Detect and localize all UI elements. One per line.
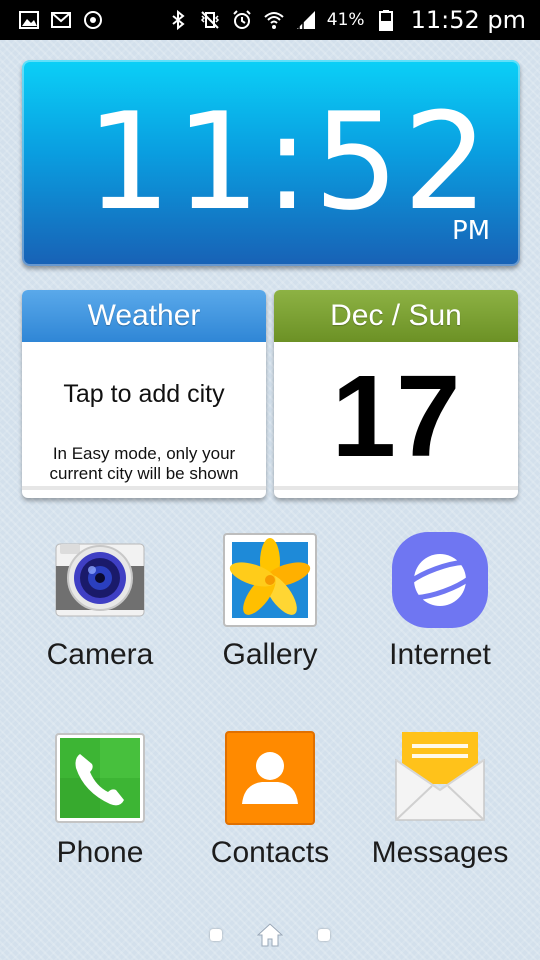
app-messages[interactable]: Messages (355, 728, 525, 888)
app-contacts[interactable]: Contacts (185, 728, 355, 888)
contacts-icon (220, 728, 320, 828)
app-label-gallery: Gallery (222, 638, 318, 671)
calendar-widget[interactable]: Dec / Sun 17 (274, 290, 518, 498)
bluetooth-icon (167, 9, 189, 31)
sync-icon (82, 9, 104, 31)
app-label-camera: Camera (46, 638, 154, 671)
status-bar-system: 41% 11:52 pm (167, 6, 526, 34)
weather-easy-mode-note: In Easy mode, only your current city wil… (30, 444, 258, 484)
app-label-internet: Internet (389, 638, 491, 671)
vibrate-mute-icon (199, 9, 221, 31)
gallery-icon (18, 9, 40, 31)
weather-note-line-2: current city will be shown (49, 464, 239, 483)
tap-to-add-city: Tap to add city (63, 380, 225, 408)
signal-icon (295, 9, 317, 31)
app-phone[interactable]: Phone (15, 728, 185, 888)
camera-icon (50, 530, 150, 630)
status-bar-time: 11:52 pm (410, 6, 526, 34)
clock-ampm: PM (452, 216, 491, 246)
app-camera[interactable]: Camera (15, 530, 185, 690)
clock-time: 11:52 (86, 84, 493, 240)
date-day-number: 17 (331, 351, 461, 481)
status-bar[interactable]: 41% 11:52 pm (0, 0, 540, 40)
clock-widget[interactable]: 11:52 PM (22, 60, 520, 266)
battery-percent: 41% (326, 10, 365, 30)
app-label-phone: Phone (56, 836, 144, 869)
phone-icon (50, 728, 150, 828)
page-indicator[interactable] (0, 918, 540, 952)
status-bar-notifications (18, 9, 104, 31)
page-dot-1[interactable] (210, 929, 222, 941)
weather-note-line-1: In Easy mode, only your (52, 444, 236, 463)
date-body: 17 (274, 342, 518, 490)
app-gallery[interactable]: Gallery (185, 530, 355, 690)
weather-body: Tap to add city In Easy mode, only your … (22, 342, 266, 490)
alarm-icon (231, 9, 253, 31)
messages-icon (390, 728, 490, 828)
wifi-icon (263, 9, 285, 31)
gmail-icon (50, 9, 72, 31)
home-page-icon[interactable] (256, 922, 284, 948)
app-internet[interactable]: Internet (355, 530, 525, 690)
battery-icon (375, 9, 397, 31)
app-label-contacts: Contacts (210, 836, 330, 869)
date-month-weekday: Dec / Sun (274, 290, 518, 342)
gallery-icon (220, 530, 320, 630)
page-dot-3[interactable] (318, 929, 330, 941)
internet-icon (390, 530, 490, 630)
app-label-messages: Messages (371, 836, 509, 869)
weather-title: Weather (22, 290, 266, 342)
weather-widget[interactable]: Weather Tap to add city In Easy mode, on… (22, 290, 266, 498)
